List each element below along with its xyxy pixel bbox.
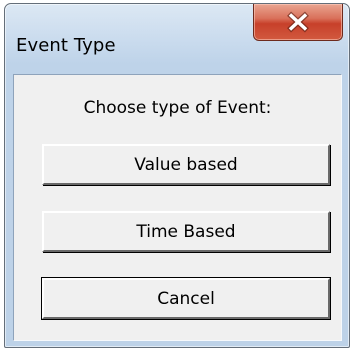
close-icon [287, 11, 309, 33]
close-button[interactable] [253, 4, 343, 41]
cancel-button[interactable]: Cancel [41, 277, 331, 320]
time-based-button[interactable]: Time Based [42, 211, 330, 252]
window-title: Event Type [16, 35, 116, 56]
dialog-body: Choose type of Event: Value based Time B… [13, 74, 342, 341]
event-type-dialog: Event Type Choose type of Event: Value b… [4, 3, 350, 348]
title-bar[interactable]: Event Type [5, 4, 349, 74]
prompt-label: Choose type of Event: [83, 98, 272, 118]
value-based-button[interactable]: Value based [42, 144, 330, 185]
